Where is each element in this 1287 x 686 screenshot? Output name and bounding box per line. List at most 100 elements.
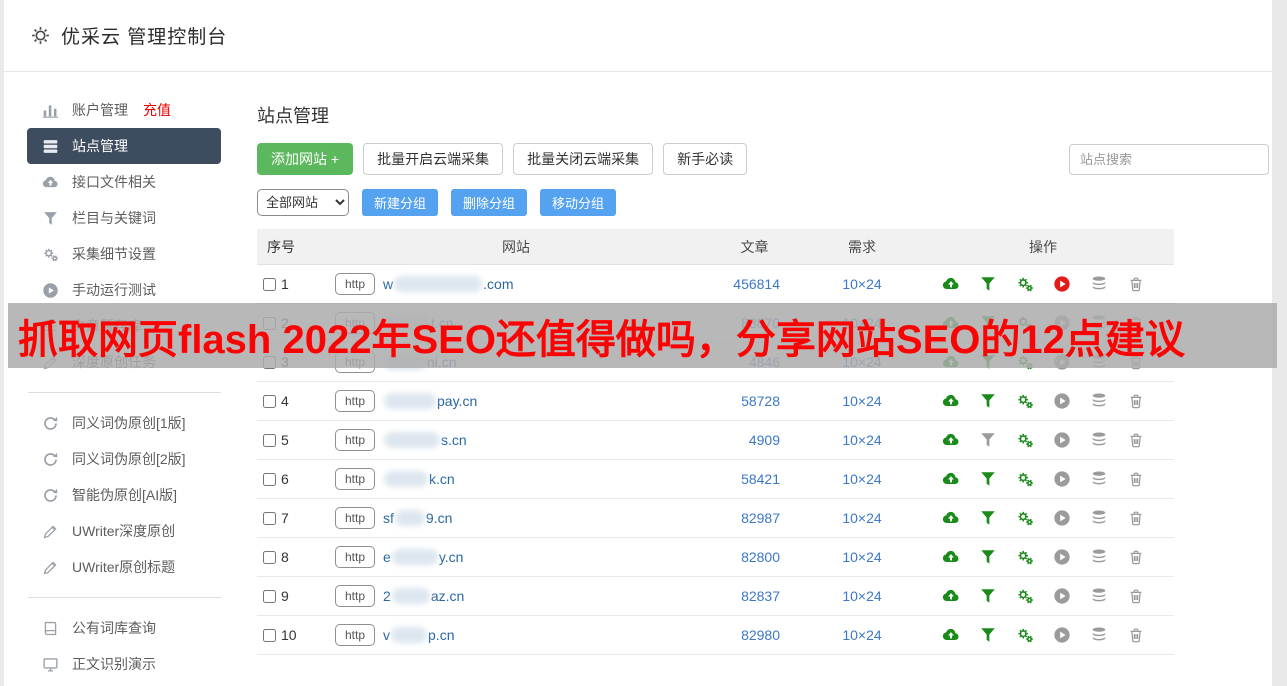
group-filter-select[interactable]: 全部网站 <box>257 189 349 216</box>
sidebar-item-gears[interactable]: 采集细节设置 <box>27 236 221 272</box>
run-play-icon[interactable] <box>1053 626 1071 644</box>
storage-database-icon[interactable] <box>1090 509 1108 527</box>
settings-gears-icon[interactable] <box>1016 587 1034 605</box>
move-group-button[interactable]: 移动分组 <box>540 189 617 216</box>
sidebar-item-refresh[interactable]: 同义词伪原创[1版] <box>27 405 221 441</box>
row-checkbox[interactable] <box>263 394 276 408</box>
cloud-collect-icon[interactable] <box>942 509 960 527</box>
article-count[interactable]: 82800 <box>697 549 812 565</box>
article-count[interactable]: 58728 <box>697 393 812 409</box>
article-count[interactable]: 82837 <box>697 588 812 604</box>
sidebar-item-pencil[interactable]: UWriter深度原创 <box>27 513 221 549</box>
delete-trash-icon[interactable] <box>1127 275 1145 293</box>
settings-gears-icon[interactable] <box>1016 626 1034 644</box>
protocol-badge[interactable]: http <box>335 585 376 607</box>
sidebar-item-cloud-upload[interactable]: 接口文件相关 <box>27 164 221 200</box>
sidebar-item-bar-chart[interactable]: 账户管理 充值 <box>27 92 221 128</box>
site-link[interactable]: w .com <box>383 276 513 292</box>
row-checkbox[interactable] <box>263 589 276 603</box>
protocol-badge[interactable]: http <box>335 624 376 646</box>
run-play-icon[interactable] <box>1053 431 1071 449</box>
site-link[interactable]: e y.cn <box>383 549 463 565</box>
sidebar-item-server[interactable]: 站点管理 <box>27 128 221 164</box>
protocol-badge[interactable]: http <box>335 273 376 295</box>
article-count[interactable]: 58421 <box>697 471 812 487</box>
sidebar-item-refresh[interactable]: 智能伪原创[AI版] <box>27 477 221 513</box>
protocol-badge[interactable]: http <box>335 468 376 490</box>
filter-icon[interactable] <box>979 509 997 527</box>
filter-icon[interactable] <box>979 626 997 644</box>
filter-icon[interactable] <box>979 470 997 488</box>
protocol-badge[interactable]: http <box>335 507 376 529</box>
site-link[interactable]: k.cn <box>383 471 455 487</box>
site-link[interactable]: v p.cn <box>383 627 454 643</box>
filter-icon[interactable] <box>979 548 997 566</box>
run-play-icon[interactable] <box>1053 587 1071 605</box>
settings-gears-icon[interactable] <box>1016 392 1034 410</box>
cloud-collect-icon[interactable] <box>942 431 960 449</box>
sidebar-item-pencil[interactable]: UWriter原创标题 <box>27 549 221 585</box>
protocol-badge[interactable]: http <box>335 429 376 451</box>
cloud-collect-icon[interactable] <box>942 275 960 293</box>
settings-gears-icon[interactable] <box>1016 509 1034 527</box>
site-link[interactable]: 2 az.cn <box>383 588 464 604</box>
delete-trash-icon[interactable] <box>1127 509 1145 527</box>
sidebar-item-refresh[interactable]: 同义词伪原创[2版] <box>27 441 221 477</box>
sidebar-item-monitor[interactable]: 正文识别演示 <box>27 646 221 682</box>
add-site-button[interactable]: 添加网站 + <box>257 143 354 175</box>
batch-open-button[interactable]: 批量开启云端采集 <box>363 143 504 175</box>
run-play-icon[interactable] <box>1053 392 1071 410</box>
storage-database-icon[interactable] <box>1090 470 1108 488</box>
site-link[interactable]: s.cn <box>383 432 467 448</box>
delete-trash-icon[interactable] <box>1127 626 1145 644</box>
cloud-collect-icon[interactable] <box>942 548 960 566</box>
settings-gears-icon[interactable] <box>1016 470 1034 488</box>
settings-gears-icon[interactable] <box>1016 275 1034 293</box>
article-count[interactable]: 82980 <box>697 627 812 643</box>
filter-icon[interactable] <box>979 587 997 605</box>
new-group-button[interactable]: 新建分组 <box>362 189 439 216</box>
delete-group-button[interactable]: 删除分组 <box>451 189 528 216</box>
sidebar-item-badge[interactable]: 充值 <box>143 100 171 120</box>
storage-database-icon[interactable] <box>1090 275 1108 293</box>
cloud-collect-icon[interactable] <box>942 392 960 410</box>
filter-icon[interactable] <box>979 431 997 449</box>
protocol-badge[interactable]: http <box>335 546 376 568</box>
row-checkbox[interactable] <box>263 550 276 564</box>
article-count[interactable]: 4909 <box>697 432 812 448</box>
run-play-icon[interactable] <box>1053 470 1071 488</box>
row-checkbox[interactable] <box>263 277 276 291</box>
row-checkbox[interactable] <box>263 472 276 486</box>
delete-trash-icon[interactable] <box>1127 431 1145 449</box>
row-checkbox[interactable] <box>263 511 276 525</box>
cloud-collect-icon[interactable] <box>942 626 960 644</box>
sidebar-item-book[interactable]: 公有词库查询 <box>27 610 221 646</box>
sidebar-item-funnel[interactable]: 栏目与关键词 <box>27 200 221 236</box>
article-count[interactable]: 456814 <box>697 276 812 292</box>
protocol-badge[interactable]: http <box>335 390 376 412</box>
article-count[interactable]: 82987 <box>697 510 812 526</box>
beginner-guide-button[interactable]: 新手必读 <box>663 143 748 175</box>
row-checkbox[interactable] <box>263 628 276 642</box>
storage-database-icon[interactable] <box>1090 548 1108 566</box>
batch-close-button[interactable]: 批量关闭云端采集 <box>513 143 654 175</box>
filter-icon[interactable] <box>979 392 997 410</box>
storage-database-icon[interactable] <box>1090 626 1108 644</box>
settings-gears-icon[interactable] <box>1016 548 1034 566</box>
run-play-icon[interactable] <box>1053 548 1071 566</box>
delete-trash-icon[interactable] <box>1127 548 1145 566</box>
site-search-input[interactable] <box>1069 143 1269 175</box>
delete-trash-icon[interactable] <box>1127 587 1145 605</box>
cloud-collect-icon[interactable] <box>942 587 960 605</box>
filter-icon[interactable] <box>979 275 997 293</box>
storage-database-icon[interactable] <box>1090 587 1108 605</box>
run-play-icon[interactable] <box>1053 509 1071 527</box>
row-checkbox[interactable] <box>263 433 276 447</box>
storage-database-icon[interactable] <box>1090 431 1108 449</box>
site-link[interactable]: pay.cn <box>383 393 477 409</box>
run-play-icon[interactable] <box>1053 275 1071 293</box>
site-link[interactable]: sf 9.cn <box>383 510 452 526</box>
storage-database-icon[interactable] <box>1090 392 1108 410</box>
cloud-collect-icon[interactable] <box>942 470 960 488</box>
delete-trash-icon[interactable] <box>1127 470 1145 488</box>
